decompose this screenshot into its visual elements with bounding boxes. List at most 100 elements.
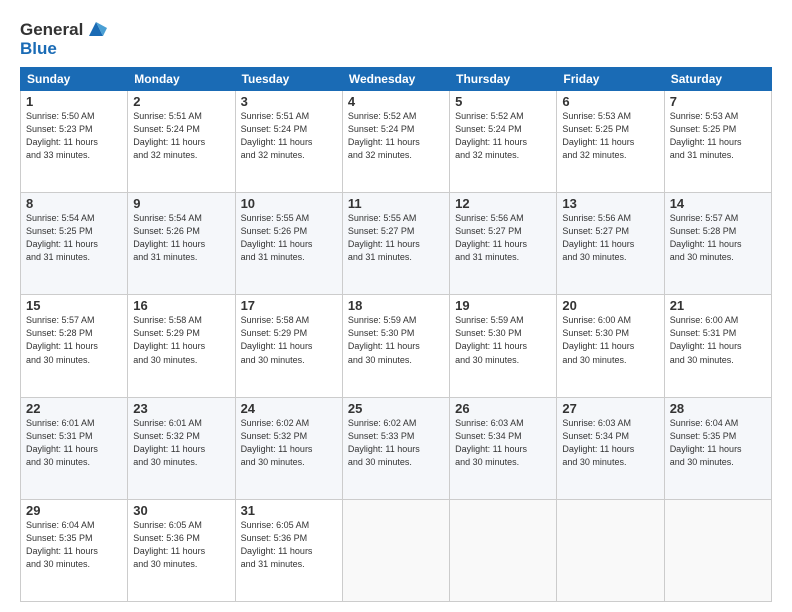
day-number: 29 bbox=[26, 503, 122, 518]
day-number: 23 bbox=[133, 401, 229, 416]
day-info: Sunrise: 6:05 AM Sunset: 5:36 PM Dayligh… bbox=[133, 519, 229, 571]
day-cell bbox=[450, 499, 557, 601]
day-info: Sunrise: 5:56 AM Sunset: 5:27 PM Dayligh… bbox=[455, 212, 551, 264]
week-row-2: 8Sunrise: 5:54 AM Sunset: 5:25 PM Daylig… bbox=[21, 193, 772, 295]
header-day-monday: Monday bbox=[128, 68, 235, 91]
day-cell: 30Sunrise: 6:05 AM Sunset: 5:36 PM Dayli… bbox=[128, 499, 235, 601]
day-cell: 12Sunrise: 5:56 AM Sunset: 5:27 PM Dayli… bbox=[450, 193, 557, 295]
day-cell: 27Sunrise: 6:03 AM Sunset: 5:34 PM Dayli… bbox=[557, 397, 664, 499]
day-cell bbox=[557, 499, 664, 601]
day-info: Sunrise: 6:05 AM Sunset: 5:36 PM Dayligh… bbox=[241, 519, 337, 571]
day-info: Sunrise: 5:58 AM Sunset: 5:29 PM Dayligh… bbox=[241, 314, 337, 366]
day-number: 9 bbox=[133, 196, 229, 211]
day-info: Sunrise: 5:57 AM Sunset: 5:28 PM Dayligh… bbox=[670, 212, 766, 264]
day-info: Sunrise: 5:51 AM Sunset: 5:24 PM Dayligh… bbox=[133, 110, 229, 162]
day-number: 7 bbox=[670, 94, 766, 109]
day-cell: 14Sunrise: 5:57 AM Sunset: 5:28 PM Dayli… bbox=[664, 193, 771, 295]
day-info: Sunrise: 6:00 AM Sunset: 5:31 PM Dayligh… bbox=[670, 314, 766, 366]
day-number: 8 bbox=[26, 196, 122, 211]
week-row-3: 15Sunrise: 5:57 AM Sunset: 5:28 PM Dayli… bbox=[21, 295, 772, 397]
day-info: Sunrise: 5:55 AM Sunset: 5:26 PM Dayligh… bbox=[241, 212, 337, 264]
day-cell: 13Sunrise: 5:56 AM Sunset: 5:27 PM Dayli… bbox=[557, 193, 664, 295]
day-number: 16 bbox=[133, 298, 229, 313]
calendar-table: SundayMondayTuesdayWednesdayThursdayFrid… bbox=[20, 67, 772, 602]
day-cell: 16Sunrise: 5:58 AM Sunset: 5:29 PM Dayli… bbox=[128, 295, 235, 397]
day-cell: 19Sunrise: 5:59 AM Sunset: 5:30 PM Dayli… bbox=[450, 295, 557, 397]
day-number: 25 bbox=[348, 401, 444, 416]
day-cell: 2Sunrise: 5:51 AM Sunset: 5:24 PM Daylig… bbox=[128, 91, 235, 193]
day-info: Sunrise: 5:59 AM Sunset: 5:30 PM Dayligh… bbox=[348, 314, 444, 366]
day-number: 27 bbox=[562, 401, 658, 416]
day-info: Sunrise: 5:52 AM Sunset: 5:24 PM Dayligh… bbox=[348, 110, 444, 162]
day-cell bbox=[342, 499, 449, 601]
day-number: 15 bbox=[26, 298, 122, 313]
day-number: 10 bbox=[241, 196, 337, 211]
day-cell: 1Sunrise: 5:50 AM Sunset: 5:23 PM Daylig… bbox=[21, 91, 128, 193]
day-cell: 26Sunrise: 6:03 AM Sunset: 5:34 PM Dayli… bbox=[450, 397, 557, 499]
header-day-tuesday: Tuesday bbox=[235, 68, 342, 91]
day-info: Sunrise: 5:59 AM Sunset: 5:30 PM Dayligh… bbox=[455, 314, 551, 366]
day-number: 24 bbox=[241, 401, 337, 416]
day-cell: 15Sunrise: 5:57 AM Sunset: 5:28 PM Dayli… bbox=[21, 295, 128, 397]
header-day-wednesday: Wednesday bbox=[342, 68, 449, 91]
day-number: 30 bbox=[133, 503, 229, 518]
day-cell: 29Sunrise: 6:04 AM Sunset: 5:35 PM Dayli… bbox=[21, 499, 128, 601]
day-cell: 11Sunrise: 5:55 AM Sunset: 5:27 PM Dayli… bbox=[342, 193, 449, 295]
day-info: Sunrise: 5:50 AM Sunset: 5:23 PM Dayligh… bbox=[26, 110, 122, 162]
day-number: 2 bbox=[133, 94, 229, 109]
day-cell: 21Sunrise: 6:00 AM Sunset: 5:31 PM Dayli… bbox=[664, 295, 771, 397]
week-row-5: 29Sunrise: 6:04 AM Sunset: 5:35 PM Dayli… bbox=[21, 499, 772, 601]
day-cell: 4Sunrise: 5:52 AM Sunset: 5:24 PM Daylig… bbox=[342, 91, 449, 193]
day-info: Sunrise: 5:55 AM Sunset: 5:27 PM Dayligh… bbox=[348, 212, 444, 264]
logo: General Blue bbox=[20, 20, 107, 59]
day-number: 31 bbox=[241, 503, 337, 518]
day-info: Sunrise: 5:53 AM Sunset: 5:25 PM Dayligh… bbox=[562, 110, 658, 162]
day-cell: 22Sunrise: 6:01 AM Sunset: 5:31 PM Dayli… bbox=[21, 397, 128, 499]
calendar-body: 1Sunrise: 5:50 AM Sunset: 5:23 PM Daylig… bbox=[21, 91, 772, 602]
day-number: 13 bbox=[562, 196, 658, 211]
day-number: 5 bbox=[455, 94, 551, 109]
day-info: Sunrise: 5:51 AM Sunset: 5:24 PM Dayligh… bbox=[241, 110, 337, 162]
day-info: Sunrise: 6:04 AM Sunset: 5:35 PM Dayligh… bbox=[670, 417, 766, 469]
day-cell: 23Sunrise: 6:01 AM Sunset: 5:32 PM Dayli… bbox=[128, 397, 235, 499]
day-info: Sunrise: 6:04 AM Sunset: 5:35 PM Dayligh… bbox=[26, 519, 122, 571]
day-number: 20 bbox=[562, 298, 658, 313]
day-info: Sunrise: 5:53 AM Sunset: 5:25 PM Dayligh… bbox=[670, 110, 766, 162]
day-cell: 9Sunrise: 5:54 AM Sunset: 5:26 PM Daylig… bbox=[128, 193, 235, 295]
header-day-thursday: Thursday bbox=[450, 68, 557, 91]
day-info: Sunrise: 5:57 AM Sunset: 5:28 PM Dayligh… bbox=[26, 314, 122, 366]
day-number: 26 bbox=[455, 401, 551, 416]
day-cell: 8Sunrise: 5:54 AM Sunset: 5:25 PM Daylig… bbox=[21, 193, 128, 295]
day-cell: 28Sunrise: 6:04 AM Sunset: 5:35 PM Dayli… bbox=[664, 397, 771, 499]
logo-icon bbox=[85, 18, 107, 40]
day-number: 19 bbox=[455, 298, 551, 313]
day-number: 21 bbox=[670, 298, 766, 313]
day-info: Sunrise: 5:58 AM Sunset: 5:29 PM Dayligh… bbox=[133, 314, 229, 366]
day-info: Sunrise: 5:56 AM Sunset: 5:27 PM Dayligh… bbox=[562, 212, 658, 264]
header-row: SundayMondayTuesdayWednesdayThursdayFrid… bbox=[21, 68, 772, 91]
day-cell bbox=[664, 499, 771, 601]
day-cell: 6Sunrise: 5:53 AM Sunset: 5:25 PM Daylig… bbox=[557, 91, 664, 193]
day-cell: 10Sunrise: 5:55 AM Sunset: 5:26 PM Dayli… bbox=[235, 193, 342, 295]
day-cell: 24Sunrise: 6:02 AM Sunset: 5:32 PM Dayli… bbox=[235, 397, 342, 499]
day-number: 14 bbox=[670, 196, 766, 211]
header-day-sunday: Sunday bbox=[21, 68, 128, 91]
day-number: 18 bbox=[348, 298, 444, 313]
day-cell: 3Sunrise: 5:51 AM Sunset: 5:24 PM Daylig… bbox=[235, 91, 342, 193]
day-cell: 20Sunrise: 6:00 AM Sunset: 5:30 PM Dayli… bbox=[557, 295, 664, 397]
day-cell: 5Sunrise: 5:52 AM Sunset: 5:24 PM Daylig… bbox=[450, 91, 557, 193]
day-number: 11 bbox=[348, 196, 444, 211]
header: General Blue bbox=[20, 16, 772, 59]
day-number: 22 bbox=[26, 401, 122, 416]
day-info: Sunrise: 6:03 AM Sunset: 5:34 PM Dayligh… bbox=[562, 417, 658, 469]
day-number: 28 bbox=[670, 401, 766, 416]
day-number: 3 bbox=[241, 94, 337, 109]
day-info: Sunrise: 6:03 AM Sunset: 5:34 PM Dayligh… bbox=[455, 417, 551, 469]
week-row-1: 1Sunrise: 5:50 AM Sunset: 5:23 PM Daylig… bbox=[21, 91, 772, 193]
logo-blue-text: Blue bbox=[20, 39, 57, 58]
day-info: Sunrise: 5:54 AM Sunset: 5:26 PM Dayligh… bbox=[133, 212, 229, 264]
day-cell: 18Sunrise: 5:59 AM Sunset: 5:30 PM Dayli… bbox=[342, 295, 449, 397]
day-info: Sunrise: 6:01 AM Sunset: 5:31 PM Dayligh… bbox=[26, 417, 122, 469]
day-number: 6 bbox=[562, 94, 658, 109]
day-number: 4 bbox=[348, 94, 444, 109]
